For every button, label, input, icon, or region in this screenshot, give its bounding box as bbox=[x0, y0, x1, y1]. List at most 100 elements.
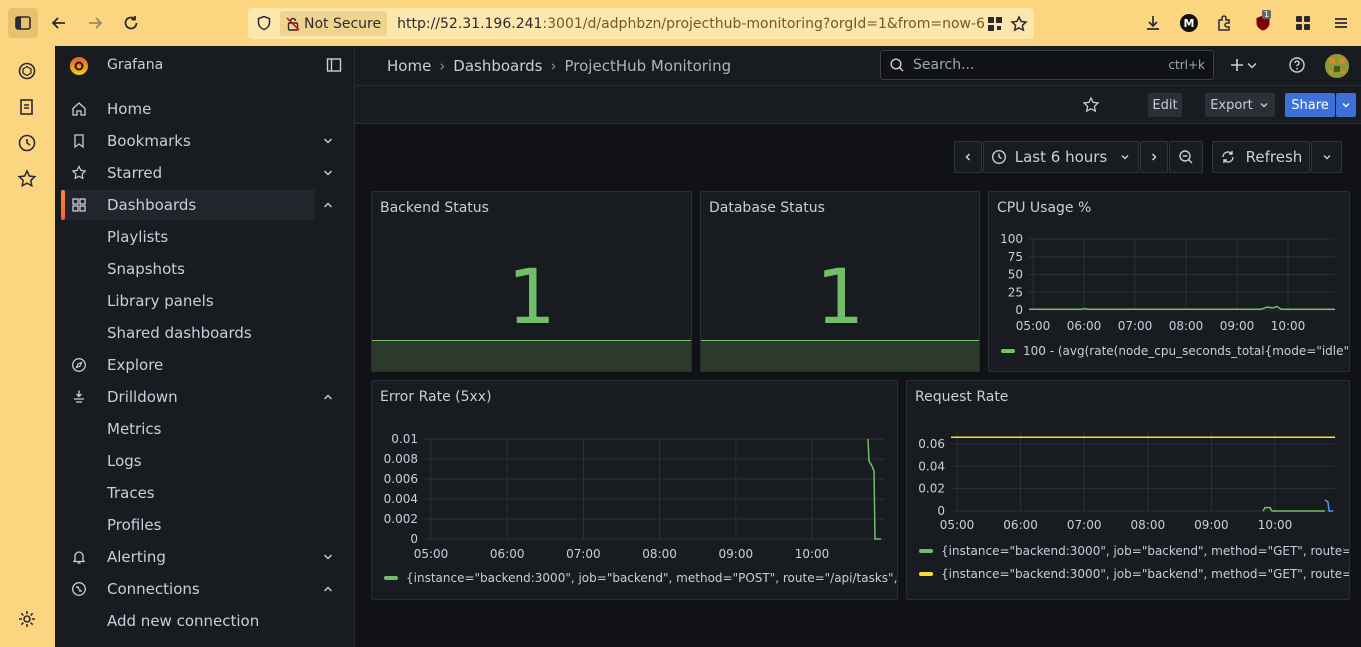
history-clock-icon[interactable] bbox=[16, 132, 38, 154]
add-plus-icon[interactable] bbox=[1228, 56, 1246, 74]
edit-button[interactable]: Edit bbox=[1148, 93, 1182, 117]
legend-swatch bbox=[384, 576, 398, 580]
nav-item-connections[interactable]: Connections bbox=[61, 574, 332, 604]
reading-list-icon[interactable] bbox=[16, 96, 38, 118]
x-tick-label: 09:00 bbox=[1220, 319, 1255, 333]
chevron-down-icon[interactable] bbox=[321, 134, 335, 148]
request-rate-series-green bbox=[1262, 506, 1325, 512]
x-tick-label: 07:00 bbox=[1118, 319, 1153, 333]
grafana-logo-icon[interactable] bbox=[67, 53, 91, 77]
user-avatar[interactable] bbox=[1325, 54, 1349, 78]
help-icon[interactable] bbox=[1288, 56, 1306, 74]
nav-item-label: Drilldown bbox=[107, 388, 178, 406]
refresh-interval-dropdown[interactable] bbox=[1311, 141, 1342, 173]
nav-item-explore[interactable]: Explore bbox=[61, 350, 315, 380]
refresh-button[interactable]: Refresh bbox=[1212, 141, 1310, 173]
breadcrumb-home[interactable]: Home bbox=[387, 57, 431, 75]
panel-cpu-usage[interactable]: CPU Usage % 100 75 50 25 0 05:00 06:00 07:00 08:… bbox=[988, 191, 1350, 372]
chevron-up-icon[interactable] bbox=[321, 198, 335, 212]
search-shortcut: ctrl+k bbox=[1168, 58, 1205, 72]
error-rate-series-line bbox=[867, 438, 881, 540]
chevron-down-icon[interactable] bbox=[1246, 56, 1258, 74]
chatgpt-icon[interactable] bbox=[16, 60, 38, 82]
time-shift-forward-button[interactable] bbox=[1140, 141, 1168, 173]
nav-item-starred[interactable]: Starred bbox=[61, 158, 332, 188]
time-range-picker[interactable]: Last 6 hours bbox=[983, 141, 1139, 173]
panel-backend-status[interactable]: Backend Status 1 bbox=[371, 191, 692, 372]
breadcrumb-separator-icon: › bbox=[439, 56, 446, 75]
bookmarks-star-icon[interactable] bbox=[16, 168, 38, 190]
chart-legend[interactable]: {instance="backend:3000", job="backend",… bbox=[384, 571, 898, 585]
nav-item-alerting[interactable]: Alerting bbox=[61, 542, 332, 572]
nav-subitem-profiles[interactable]: Profiles bbox=[107, 510, 161, 540]
extensions-puzzle-icon[interactable] bbox=[1216, 14, 1234, 32]
dock-menu-icon[interactable] bbox=[326, 57, 342, 73]
star-icon bbox=[71, 165, 87, 180]
url-bar[interactable]: Not Secure http://52.31.196.241:3001/d/a… bbox=[248, 8, 1034, 39]
stat-sparkline bbox=[372, 340, 691, 371]
search-input[interactable]: Search... ctrl+k bbox=[880, 50, 1214, 80]
breadcrumb-current: ProjectHub Monitoring bbox=[564, 56, 732, 75]
bookmark-icon bbox=[74, 134, 84, 149]
search-placeholder: Search... bbox=[913, 57, 975, 73]
nav-item-drilldown[interactable]: Drilldown bbox=[61, 382, 332, 412]
time-shift-back-button[interactable] bbox=[954, 141, 982, 173]
chevron-down-icon[interactable] bbox=[321, 550, 335, 564]
chart-legend-item-1[interactable]: {instance="backend:3000", job="backend",… bbox=[919, 544, 1349, 558]
legend-label: {instance="backend:3000", job="backend",… bbox=[941, 567, 1350, 581]
url-text[interactable]: http://52.31.196.241:3001/d/adphbzn/proj… bbox=[397, 16, 986, 32]
qr-code-icon[interactable] bbox=[986, 15, 1004, 33]
reload-button[interactable] bbox=[116, 8, 146, 38]
browser-settings-gear-icon[interactable] bbox=[16, 608, 38, 630]
breadcrumb-dashboards[interactable]: Dashboards bbox=[453, 57, 542, 75]
forward-button[interactable] bbox=[80, 8, 110, 38]
y-tick-label: 25 bbox=[1008, 285, 1023, 299]
not-secure-badge[interactable]: Not Secure bbox=[280, 11, 388, 36]
nav-subitem-add-new-connection[interactable]: Add new connection bbox=[107, 606, 259, 636]
legend-label: 100 - (avg(rate(node_cpu_seconds_total{m… bbox=[1023, 344, 1350, 358]
refresh-label: Refresh bbox=[1245, 148, 1303, 166]
nav-subitem-playlists[interactable]: Playlists bbox=[107, 222, 168, 252]
nav-subitem-snapshots[interactable]: Snapshots bbox=[107, 254, 185, 284]
clock-icon bbox=[991, 149, 1006, 165]
nav-subitem-logs[interactable]: Logs bbox=[107, 446, 142, 476]
export-button[interactable]: Export bbox=[1205, 93, 1275, 117]
app-title: Grafana bbox=[107, 57, 164, 73]
panel-database-status[interactable]: Database Status 1 bbox=[700, 191, 980, 372]
mark-favorite-star-icon[interactable] bbox=[1082, 96, 1100, 114]
nav-subitem-traces[interactable]: Traces bbox=[107, 478, 155, 508]
chart-legend-item-2[interactable]: {instance="backend:3000", job="backend",… bbox=[919, 567, 1350, 581]
x-tick-label: 06:00 bbox=[1067, 319, 1102, 333]
nav-subitem-shared-dashboards[interactable]: Shared dashboards bbox=[107, 318, 252, 348]
back-button[interactable] bbox=[44, 8, 74, 38]
panel-request-rate[interactable]: Request Rate 0.06 0.04 0.02 0 05:00 06:00 07:0… bbox=[906, 380, 1350, 600]
nav-item-label: Alerting bbox=[107, 548, 166, 566]
nav-item-label: Dashboards bbox=[107, 196, 197, 214]
shield-icon[interactable] bbox=[256, 15, 272, 31]
y-tick-label: 0.002 bbox=[384, 512, 418, 526]
account-avatar-icon[interactable]: M bbox=[1180, 14, 1198, 32]
zoom-out-button[interactable] bbox=[1169, 141, 1203, 173]
nav-subitem-library-panels[interactable]: Library panels bbox=[107, 286, 214, 316]
chevron-up-icon[interactable] bbox=[321, 582, 335, 596]
x-tick-label: 10:00 bbox=[795, 547, 830, 561]
bookmark-star-icon[interactable] bbox=[1010, 14, 1028, 33]
share-dropdown-button[interactable] bbox=[1336, 93, 1356, 117]
nav-item-label: Connections bbox=[107, 580, 200, 598]
chevron-down-icon[interactable] bbox=[321, 166, 335, 180]
legend-label: {instance="backend:3000", job="backend",… bbox=[406, 571, 898, 585]
nav-item-bookmarks[interactable]: Bookmarks bbox=[61, 126, 332, 156]
nav-subitem-metrics[interactable]: Metrics bbox=[107, 414, 161, 444]
nav-item-dashboards[interactable]: Dashboards bbox=[61, 190, 332, 220]
downloads-icon[interactable] bbox=[1144, 14, 1162, 32]
bell-icon bbox=[72, 551, 86, 564]
hamburger-menu-icon[interactable] bbox=[1332, 14, 1350, 32]
url-path: :3001/d/adphbzn/projecthub-monitoring?or… bbox=[542, 15, 985, 32]
share-button[interactable]: Share bbox=[1285, 93, 1335, 117]
nav-item-home[interactable]: Home bbox=[61, 94, 315, 124]
chart-legend[interactable]: 100 - (avg(rate(node_cpu_seconds_total{m… bbox=[1001, 344, 1350, 358]
apps-grid-icon[interactable] bbox=[1294, 14, 1312, 32]
drilldown-icon bbox=[74, 390, 84, 403]
panel-error-rate[interactable]: Error Rate (5xx) 0.01 0.008 0.006 0.004 0.00… bbox=[371, 380, 898, 600]
chevron-up-icon[interactable] bbox=[321, 390, 335, 404]
